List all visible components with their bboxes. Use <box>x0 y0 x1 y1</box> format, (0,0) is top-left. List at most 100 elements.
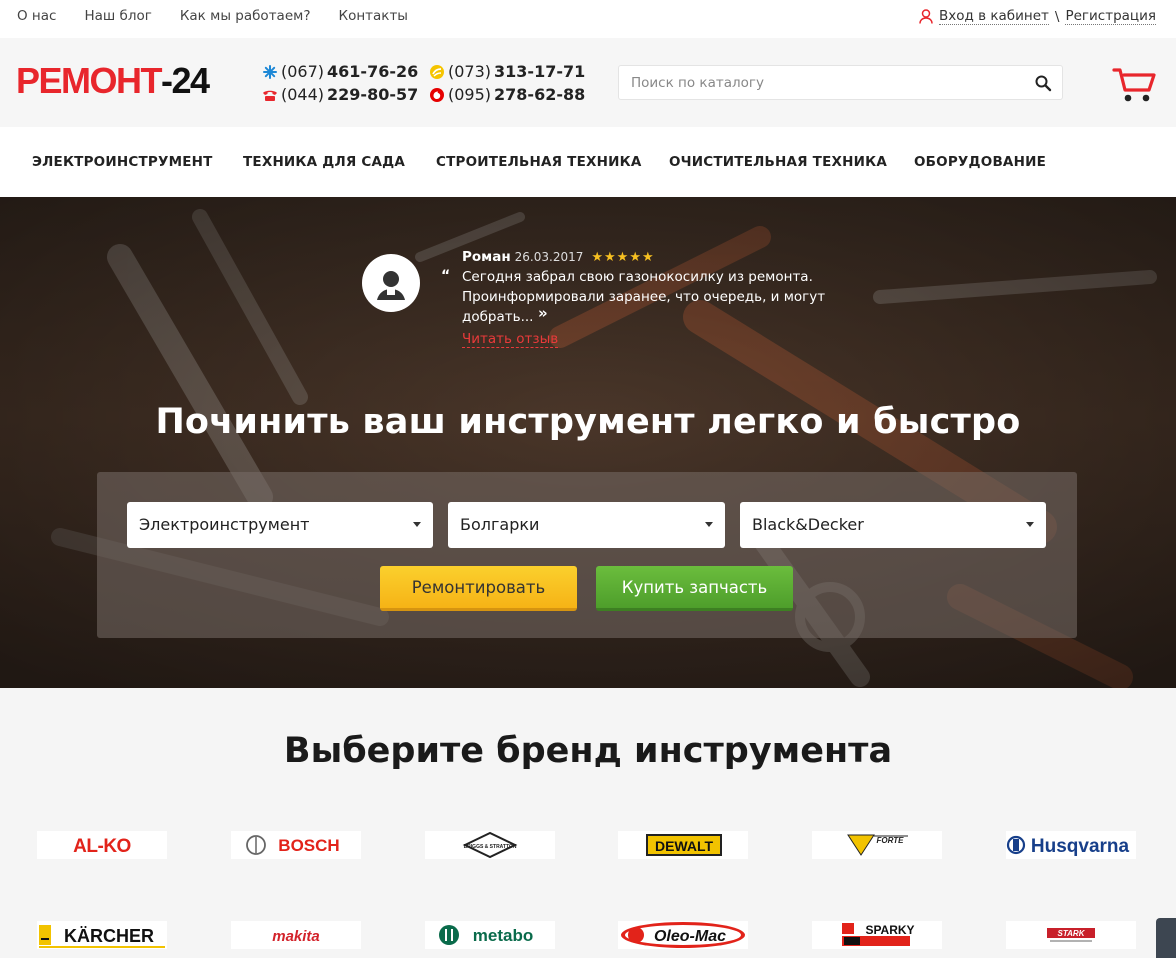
customer-review: “ Роман 26.03.2017 ★★★★★ Сегодня забрал св… <box>362 247 825 357</box>
site-logo[interactable]: РЕМОНТ-24 <box>16 60 210 102</box>
user-icon <box>919 9 933 24</box>
brand-name: metabo <box>473 926 533 945</box>
oleo-mac-logo: Oleo-Mac <box>621 922 745 948</box>
topnav-blog[interactable]: Наш блог <box>84 8 151 24</box>
category-equipment[interactable]: ОБОРУДОВАНИЕ <box>914 154 1046 170</box>
review-header: Роман 26.03.2017 ★★★★★ <box>462 249 655 265</box>
phone-number: 461-76-26 <box>327 62 419 81</box>
review-author: Роман <box>462 249 511 265</box>
review-text: Сегодня забрал свою газонокосилку из рем… <box>462 269 826 325</box>
category-nav: ЭЛЕКТРОИНСТРУМЕНТ ТЕХНИКА ДЛЯ САДА СТРОИ… <box>0 127 1176 197</box>
brand-forte[interactable]: FORTE <box>812 831 942 859</box>
phone-kyivstar[interactable]: (067) 461-76-26 <box>262 60 418 83</box>
brand-name: Husqvarna <box>1031 836 1130 857</box>
cart-icon[interactable] <box>1112 66 1158 104</box>
phone-vodafone[interactable]: (095) 278-62-88 <box>429 83 585 106</box>
brand-select[interactable]: Black&Decker <box>740 502 1046 548</box>
chat-widget-tab[interactable] <box>1156 918 1176 958</box>
topnav-how-we-work[interactable]: Как мы работаем? <box>180 8 311 24</box>
stark-logo: STARK <box>1047 928 1095 942</box>
brand-name: makita <box>272 928 320 945</box>
phone-landline[interactable]: (044) 229-80-57 <box>262 83 418 106</box>
briggs-stratton-logo: BRIGGS & STRATTON <box>462 831 518 859</box>
phone-code: (067) <box>281 62 325 81</box>
brand-name: KÄRCHER <box>64 926 154 946</box>
bosch-logo: BOSCH <box>246 835 340 855</box>
brand-name: Oleo-Mac <box>654 928 726 945</box>
phone-number: 229-80-57 <box>327 85 419 104</box>
category-construction[interactable]: СТРОИТЕЛЬНАЯ ТЕХНИКА <box>436 154 641 170</box>
login-link[interactable]: Вход в кабинет <box>939 8 1049 25</box>
brand-name: BRIGGS & STRATTON <box>464 844 517 850</box>
phones-column-1: (067) 461-76-26 (044) 229-80-57 <box>262 60 418 106</box>
makita-logo: makita <box>272 928 320 945</box>
category-power-tools[interactable]: ЭЛЕКТРОИНСТРУМЕНТ <box>32 154 213 170</box>
buy-part-button[interactable]: Купить запчасть <box>596 566 793 611</box>
phone-number: 313-17-71 <box>494 62 586 81</box>
topnav-about[interactable]: О нас <box>17 8 56 24</box>
category-select[interactable]: Электроинструмент <box>127 502 433 548</box>
hero-section: “ Роман 26.03.2017 ★★★★★ Сегодня забрал св… <box>0 197 1176 688</box>
close-quote: » <box>538 304 548 322</box>
brand-dewalt[interactable]: DEWALT <box>618 831 748 859</box>
brand-karcher[interactable]: KÄRCHER <box>37 921 167 949</box>
review-stars: ★★★★★ <box>591 250 655 265</box>
chevron-down-icon <box>1026 522 1034 527</box>
sparky-logo: SPARKY <box>842 923 915 946</box>
vodafone-icon <box>430 87 444 102</box>
brand-stark[interactable]: STARK <box>1006 921 1136 949</box>
dewalt-logo: DEWALT <box>646 834 722 856</box>
forte-logo: FORTE <box>847 834 908 856</box>
brand-select-value: Black&Decker <box>752 515 864 534</box>
person-icon <box>377 271 405 300</box>
logo-part-1: РЕМОНТ <box>16 60 163 101</box>
tool-type-select[interactable]: Болгарки <box>448 502 725 548</box>
search-icon[interactable] <box>1034 74 1052 92</box>
brand-name: DEWALT <box>655 838 714 854</box>
phone-code: (044) <box>281 85 325 104</box>
review-date: 26.03.2017 <box>514 250 584 264</box>
phone-lifecell[interactable]: (073) 313-17-71 <box>429 60 585 83</box>
brand-sparky[interactable]: SPARKY <box>812 921 942 949</box>
phone-code: (073) <box>448 62 492 81</box>
phones-column-2: (073) 313-17-71 (095) 278-62-88 <box>429 60 585 106</box>
search-input[interactable] <box>619 66 1009 99</box>
category-cleaning[interactable]: ОЧИСТИТЕЛЬНАЯ ТЕХНИКА <box>669 154 887 170</box>
brand-briggs-stratton[interactable]: BRIGGS & STRATTON <box>425 831 555 859</box>
brand-name: BOSCH <box>278 836 339 855</box>
auth-links: Вход в кабинет \ Регистрация <box>919 8 1156 25</box>
brand-oleo-mac[interactable]: Oleo-Mac <box>618 921 748 949</box>
brand-name: AL-KO <box>73 836 131 857</box>
read-review-link[interactable]: Читать отзыв <box>462 331 559 348</box>
header: РЕМОНТ-24 (067) 461-76-26 (044) 229-80-5… <box>0 38 1176 127</box>
lifecell-icon <box>430 64 444 79</box>
brands-title: Выберите бренд инструмента <box>283 731 893 771</box>
brand-husqvarna[interactable]: Husqvarna <box>1006 831 1136 859</box>
kyivstar-icon <box>263 64 277 79</box>
brand-makita[interactable]: makita <box>231 921 361 949</box>
repair-button[interactable]: Ремонтировать <box>380 566 577 611</box>
logo-part-2: -24 <box>161 60 210 101</box>
landline-phone-icon <box>263 90 277 101</box>
phone-number: 278-62-88 <box>494 85 586 104</box>
open-quote: “ <box>441 268 451 284</box>
brand-name: STARK <box>1058 929 1086 938</box>
reviewer-avatar <box>362 254 420 312</box>
chevron-down-icon <box>705 522 713 527</box>
register-link[interactable]: Регистрация <box>1065 8 1156 25</box>
search-box <box>618 65 1063 100</box>
brand-name: SPARKY <box>865 923 914 937</box>
auth-separator: \ <box>1054 8 1060 25</box>
repair-selector-panel: Электроинструмент Болгарки Black&Decker … <box>97 472 1077 638</box>
brand-alko[interactable]: AL-KO <box>37 831 167 859</box>
brand-metabo[interactable]: metabo <box>425 921 555 949</box>
brand-bosch[interactable]: BOSCH <box>231 831 361 859</box>
chevron-down-icon <box>413 522 421 527</box>
karcher-logo: KÄRCHER <box>39 925 165 948</box>
category-garden[interactable]: ТЕХНИКА ДЛЯ САДА <box>243 154 405 170</box>
metabo-logo: metabo <box>439 925 533 945</box>
category-select-value: Электроинструмент <box>139 515 310 534</box>
top-nav: О нас Наш блог Как мы работаем? Контакты <box>17 8 408 24</box>
top-bar: О нас Наш блог Как мы работаем? Контакты… <box>0 0 1176 38</box>
topnav-contacts[interactable]: Контакты <box>338 8 407 24</box>
